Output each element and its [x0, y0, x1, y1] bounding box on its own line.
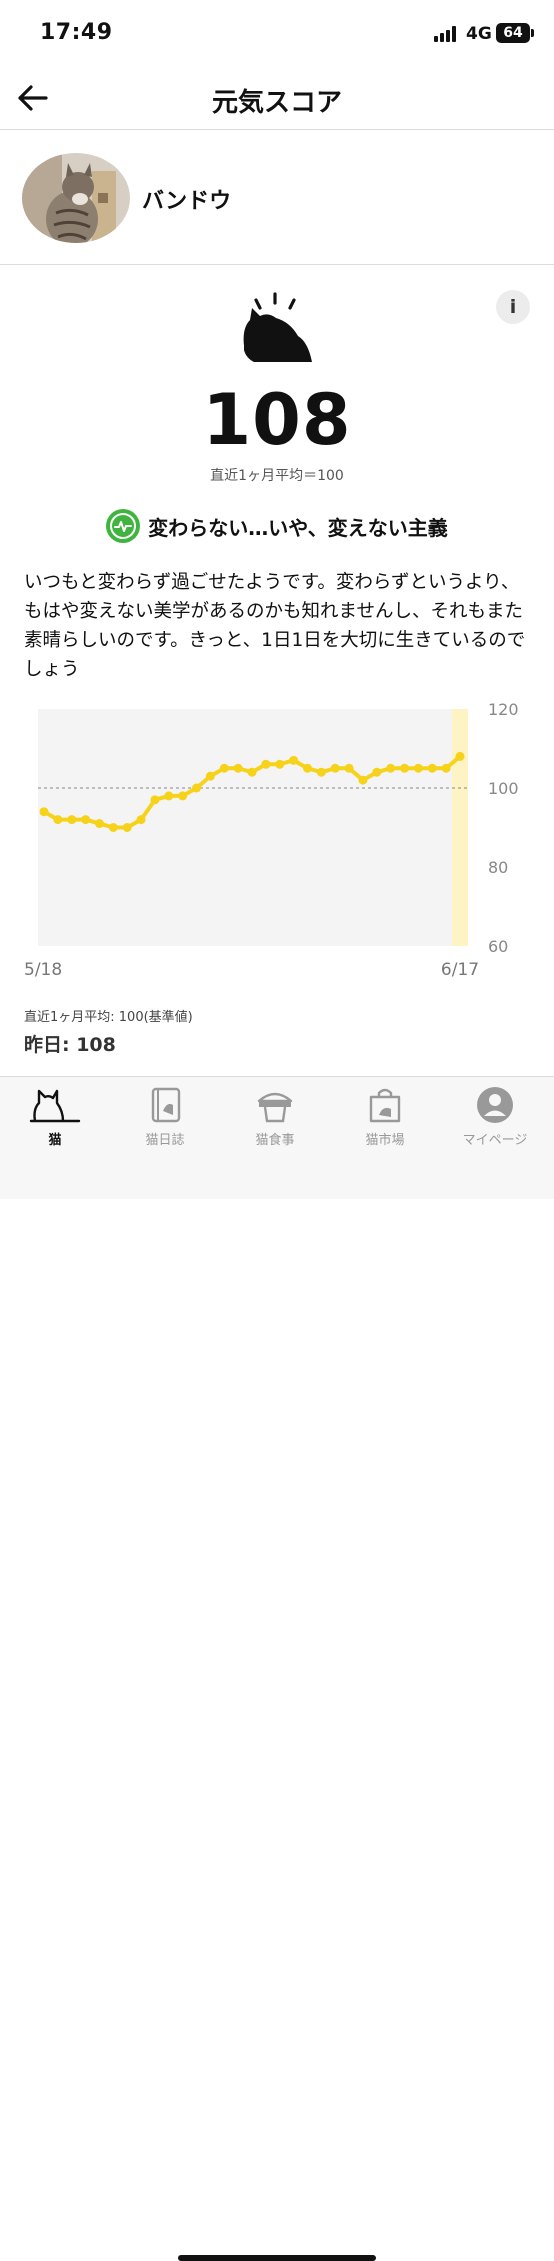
pulse-icon	[106, 509, 141, 543]
page-title: 元気スコア	[211, 88, 342, 118]
data-point	[108, 823, 118, 832]
highlight-band	[452, 709, 468, 946]
data-point	[289, 755, 299, 765]
data-point	[302, 763, 312, 773]
home-indicator	[178, 2255, 376, 2261]
yesterday-score: 昨日: 108	[24, 1034, 116, 1056]
battery-tip	[531, 29, 534, 37]
tab-mypage[interactable]: マイページ	[440, 1085, 550, 1155]
x-tick-label: 5/18	[24, 960, 62, 980]
data-point	[358, 775, 368, 785]
cat-icon	[29, 1089, 81, 1123]
cat-name: バンドウ	[142, 189, 232, 214]
tab-label: 猫市場	[365, 1133, 405, 1148]
data-point	[205, 771, 215, 781]
data-point	[400, 763, 410, 773]
data-point	[233, 763, 243, 773]
data-point	[164, 791, 174, 801]
data-point	[261, 759, 271, 769]
tab-bar: 猫 猫日誌 猫食事 猫市場 マイページ	[0, 1076, 554, 2261]
data-point	[122, 823, 132, 832]
cat-photo	[22, 153, 130, 243]
nav-bar: 元気スコア	[0, 66, 554, 130]
food-bowl-icon	[257, 1092, 293, 1123]
data-point	[316, 767, 326, 777]
tab-market[interactable]: 猫市場	[330, 1085, 440, 1155]
data-point	[136, 815, 146, 825]
status-time: 17:49	[40, 20, 113, 45]
cat-mood-icon	[243, 292, 312, 362]
data-point	[67, 815, 77, 825]
network-label: 4G	[466, 24, 492, 44]
tab-diary[interactable]: 猫日誌	[110, 1085, 220, 1155]
cat-profile: バンドウ	[0, 131, 554, 265]
data-point	[247, 767, 257, 777]
data-point	[455, 751, 465, 761]
data-point	[427, 763, 437, 773]
tab-label: 猫食事	[255, 1133, 295, 1148]
diary-icon	[151, 1087, 181, 1123]
tab-label: マイページ	[462, 1133, 528, 1148]
data-point	[53, 815, 63, 825]
data-point	[386, 763, 396, 773]
data-point	[178, 791, 188, 801]
shopping-bag-icon	[369, 1088, 401, 1123]
user-icon	[477, 1087, 513, 1123]
battery-icon: 64	[496, 23, 530, 43]
tab-cat[interactable]: 猫	[0, 1085, 110, 1155]
tab-food[interactable]: 猫食事	[220, 1085, 330, 1155]
data-point	[192, 783, 202, 793]
y-tick-label: 100	[488, 779, 519, 798]
mood-row: 変わらない…いや、変えない主義	[0, 508, 554, 544]
data-point	[372, 767, 382, 777]
x-tick-label: 6/17	[441, 960, 479, 980]
data-point	[413, 763, 423, 773]
plot-background	[38, 709, 468, 946]
genki-score: 108	[202, 379, 352, 461]
signal-icon	[434, 26, 460, 42]
average-note: 直近1ヶ月平均＝100	[210, 468, 344, 484]
avatar[interactable]	[22, 153, 130, 243]
y-tick-label: 60	[488, 937, 508, 956]
y-tick-label: 80	[488, 858, 508, 877]
data-point	[81, 815, 91, 825]
info-button[interactable]: i	[496, 290, 530, 324]
data-point	[275, 759, 285, 769]
data-point	[39, 807, 49, 817]
score-description: いつもと変わらず過ごせたようです。変わらずというより、もはや変えない美学があるの…	[24, 572, 526, 680]
data-point	[344, 763, 354, 773]
data-point	[441, 763, 451, 773]
data-point	[330, 763, 340, 773]
data-point	[219, 763, 229, 773]
chart-average-label: 直近1ヶ月平均: 100(基準値)	[24, 1010, 193, 1025]
tab-label: 猫	[48, 1133, 62, 1148]
tab-label: 猫日誌	[145, 1133, 185, 1148]
data-point	[94, 819, 104, 829]
status-bar: 17:49 4G 64	[0, 0, 554, 66]
score-chart: 120 100 80 60 5/18 6/17	[24, 700, 519, 980]
data-point	[150, 795, 160, 805]
y-tick-label: 120	[488, 700, 519, 719]
mood-label: 変わらない…いや、変えない主義	[148, 515, 448, 540]
